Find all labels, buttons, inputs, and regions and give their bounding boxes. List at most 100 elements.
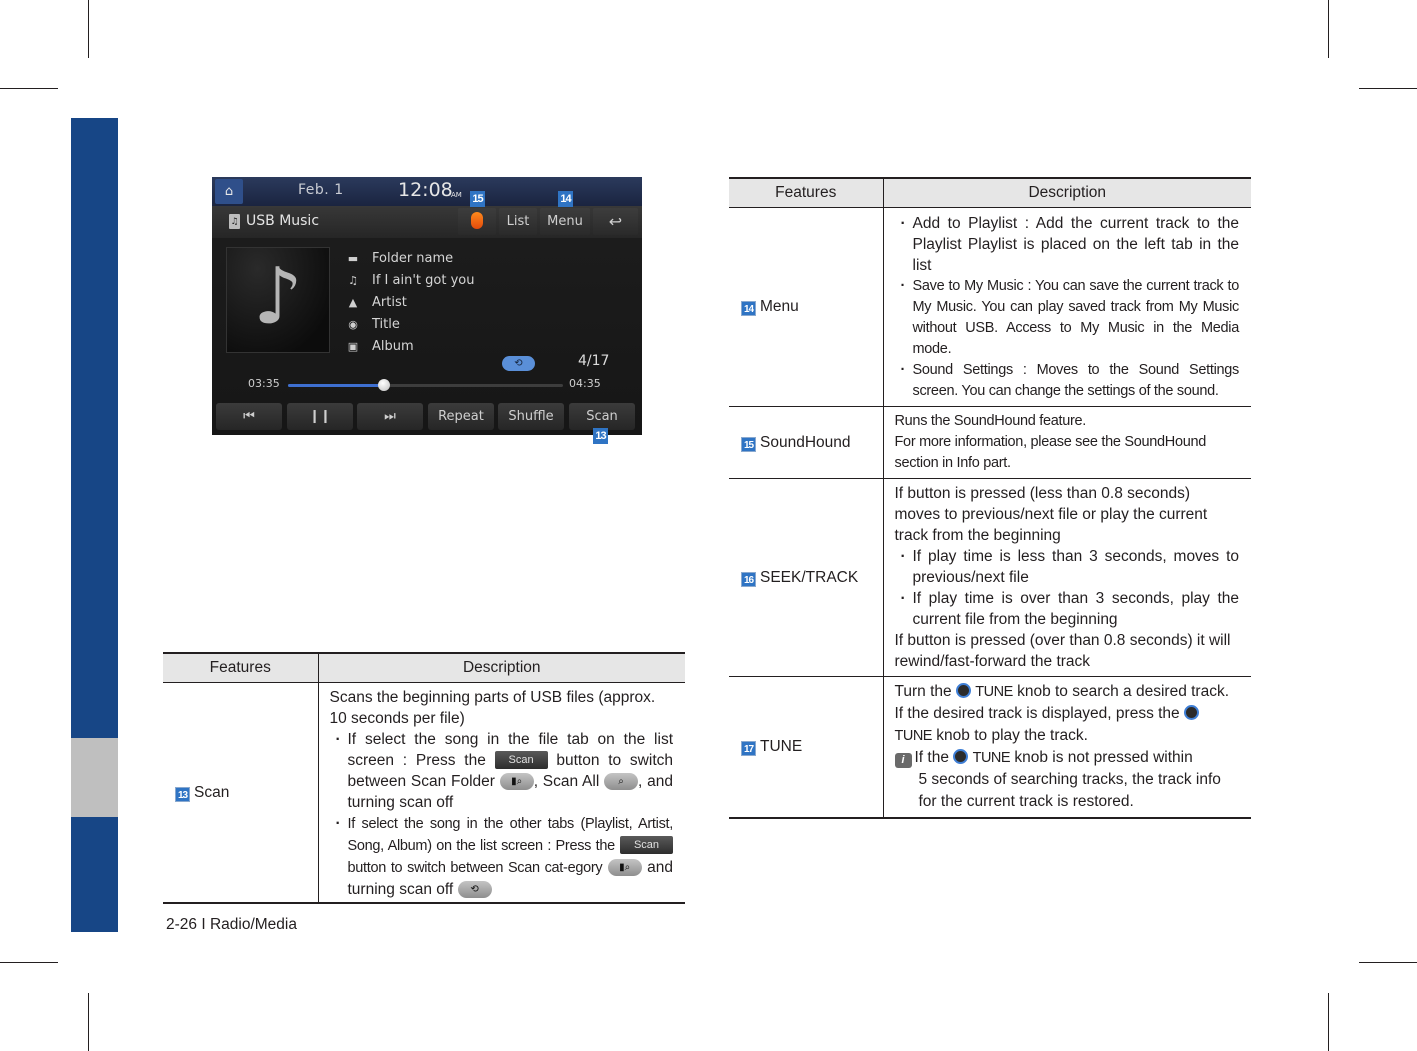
description-cell: If button is pressed (less than 0.8 seco… (882, 478, 1251, 677)
crop-mark (1328, 993, 1329, 1051)
callout-badge: 15 (741, 436, 756, 452)
soundhound-button[interactable] (458, 208, 496, 235)
repeat-button[interactable]: Repeat (428, 403, 494, 430)
scan-feature-table: Features Description 13 Scan Scans the be… (163, 652, 685, 904)
crop-mark (0, 962, 58, 963)
feature-cell: 16 SEEK/TRACK (729, 478, 883, 677)
description-text: Scans the beginning parts of USB files (… (329, 688, 656, 727)
table-header-row: Features Description (163, 652, 685, 683)
feature-name: SEEK/TRACK (760, 568, 859, 586)
description-bullet: Save to My Music : You can save the curr… (895, 276, 1239, 360)
info-note: i If the TUNE knob is not pressed within (894, 747, 1240, 769)
table-row: 14 Menu Add to Playlist : Add the current… (729, 207, 1251, 407)
table-header-row: Features Description (729, 177, 1251, 208)
progress-handle[interactable] (378, 379, 391, 391)
callout-marker-13: 13 (593, 428, 608, 444)
description-header: Description (882, 177, 1251, 208)
tune-label: TUNE (975, 683, 1013, 700)
description-cell: Scans the beginning parts of USB files (… (317, 682, 685, 904)
track-info-list: ▬ Folder name ♫ If I ain't got you ▲ Art… (346, 247, 475, 357)
feature-name: Scan (194, 783, 230, 801)
feature-name: SoundHound (760, 433, 851, 451)
description-bullet: If select the song in the file tab on th… (330, 729, 673, 813)
usb-music-icon: ♫ (229, 214, 240, 229)
shuffle-button[interactable]: Shuffle (498, 403, 564, 430)
menu-button[interactable]: Menu (540, 208, 590, 235)
scan-button-graphic: Scan (494, 751, 548, 770)
previous-track-button[interactable]: ⏮ (216, 403, 282, 430)
scan-button-graphic: Scan (620, 836, 673, 855)
feature-cell: 14 Menu (729, 207, 883, 407)
tune-knob-icon (953, 748, 969, 764)
next-track-button[interactable]: ⏭ (357, 403, 423, 430)
scan-category-icon: ▮⌕ (607, 858, 642, 876)
feature-cell: 17 TUNE (729, 676, 883, 819)
feature-name: Menu (760, 298, 799, 315)
elapsed-time: 03:35 (248, 377, 280, 390)
pause-button[interactable]: ❙❙ (287, 403, 353, 430)
table-row: 13 Scan Scans the beginning parts of USB … (163, 682, 685, 904)
callout-badge: 16 (741, 571, 756, 587)
info-icon: i (894, 752, 912, 768)
music-note-icon: ♪ (253, 252, 303, 342)
progress-bar[interactable] (288, 379, 563, 391)
chapter-tab-strip (71, 118, 118, 738)
bullet-text: button to switch between Scan cat-egory (347, 859, 603, 876)
back-icon: ↩ (608, 212, 623, 231)
callout-badge: 17 (741, 741, 756, 756)
soundhound-icon (471, 211, 483, 229)
usb-music-screen: ⌂ Feb. 1 12:08 AM ♫ USB Music List Menu … (212, 177, 642, 435)
description-text: Runs the SoundHound feature. (894, 412, 1087, 429)
crop-mark (88, 993, 89, 1051)
text-fragment: knob to play the track. (936, 726, 1088, 744)
clock-ampm: AM (451, 191, 462, 199)
description-cell: Runs the SoundHound feature. For more in… (882, 406, 1251, 479)
description-bullet: If play time is less than 3 seconds, mov… (895, 546, 1239, 588)
tune-label: TUNE (972, 749, 1011, 766)
description-text: If button is pressed (less than 0.8 seco… (894, 484, 1208, 544)
description-bullet: If play time is over than 3 seconds, pla… (895, 588, 1239, 630)
track-info-text: Title (372, 316, 400, 332)
features-table: Features Description 14 Menu Add to Playl… (729, 177, 1251, 819)
track-info-folder: ▬ Folder name (346, 247, 474, 269)
description-cell: Turn the TUNE knob to search a desired t… (882, 676, 1251, 819)
repeat-status-icon: ⟲ (502, 356, 535, 371)
text-fragment: Turn the (894, 682, 952, 700)
crop-mark (1359, 88, 1417, 89)
progress-fill (288, 384, 385, 387)
features-header: Features (729, 177, 883, 208)
description-text: Turn the TUNE knob to search a desired t… (895, 681, 1240, 747)
description-bullet: Add to Playlist : Add the current track … (895, 213, 1239, 276)
album-icon: ▣ (347, 339, 359, 353)
description-text: If button is pressed (over than 0.8 seco… (894, 631, 1231, 670)
bullet-text: , Scan All (533, 772, 600, 790)
table-row: 15 SoundHound Runs the SoundHound feature… (729, 406, 1251, 479)
scan-button[interactable]: Scan (569, 403, 635, 430)
description-text: For more information, please see the Sou… (894, 433, 1207, 471)
track-info-text: If I ain't got you (372, 272, 475, 288)
music-note-icon: ♫ (348, 273, 358, 287)
list-button[interactable]: List (499, 208, 537, 235)
scan-folder-icon: ▮⌕ (499, 772, 534, 790)
home-button[interactable]: ⌂ (215, 179, 243, 204)
callout-badge: 14 (741, 301, 756, 316)
info-note-continued: 5 seconds of searching tracks, the track… (918, 770, 1221, 810)
tune-knob-icon (1183, 704, 1199, 720)
track-info-text: Folder name (372, 250, 454, 266)
tune-label: TUNE (894, 727, 933, 744)
crop-mark (88, 0, 89, 58)
tune-knob-icon (955, 682, 971, 698)
track-info-text: Album (372, 338, 414, 354)
feature-cell: 13 Scan (163, 682, 318, 904)
scan-all-icon: ⌕ (604, 772, 639, 790)
chapter-tab-strip-lower (71, 817, 118, 932)
track-info-title: ◉ Title (346, 313, 474, 335)
chapter-tab-current (71, 738, 118, 817)
callout-badge: 13 (175, 786, 190, 802)
back-button[interactable]: ↩ (593, 208, 638, 235)
track-info-album: ▣ Album (346, 335, 474, 357)
crop-mark (1328, 0, 1329, 58)
total-time: 04:35 (569, 377, 601, 390)
callout-marker-15: 15 (470, 191, 485, 207)
text-fragment: knob is not pressed within (1014, 748, 1193, 766)
